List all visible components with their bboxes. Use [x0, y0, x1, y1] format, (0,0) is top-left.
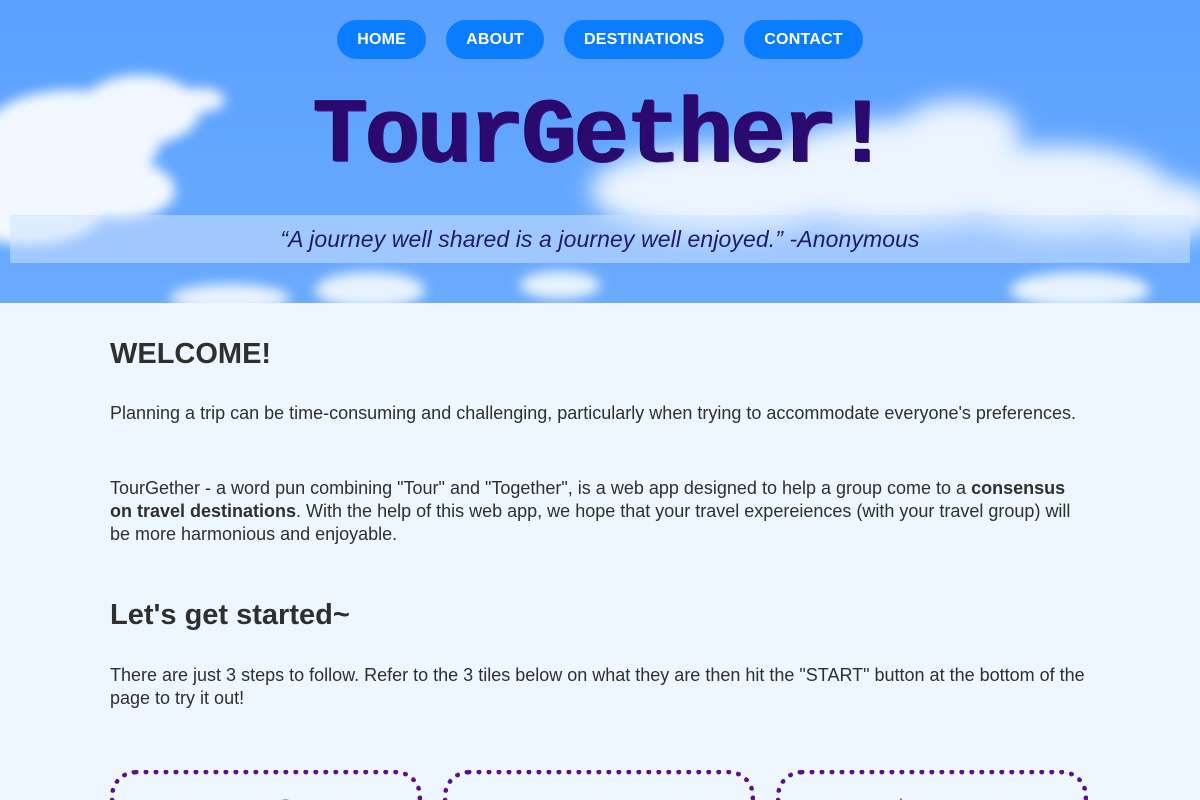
about-paragraph-text-1: TourGether - a word pun combining "Tour"…	[110, 478, 972, 498]
hero-quote: “A journey well shared is a journey well…	[280, 225, 920, 252]
about-paragraph: TourGether - a word pun combining "Tour"…	[110, 477, 1085, 546]
nav-about-button[interactable]: ABOUT	[446, 20, 544, 59]
step-tile-3	[776, 770, 1088, 800]
step-1-illustration-icon	[282, 799, 290, 800]
nav-home-button[interactable]: HOME	[337, 20, 427, 59]
steps-paragraph: There are just 3 steps to follow. Refer …	[110, 665, 1085, 708]
main-nav: HOME ABOUT DESTINATIONS CONTACT	[0, 20, 1200, 59]
step-tile-1	[110, 770, 422, 800]
quote-banner: “A journey well shared is a journey well…	[10, 215, 1190, 263]
welcome-heading: WELCOME!	[110, 338, 272, 370]
step-tile-2	[443, 770, 755, 800]
nav-destinations-button[interactable]: DESTINATIONS	[563, 20, 725, 59]
intro-paragraph: Planning a trip can be time-consuming an…	[110, 403, 1076, 423]
get-started-heading: Let's get started~	[110, 599, 350, 631]
step-3-illustration-icon	[899, 797, 948, 800]
brand-title: TourGether!	[312, 84, 890, 189]
hero-banner: HOME ABOUT DESTINATIONS CONTACT TourGeth…	[0, 0, 1200, 303]
nav-contact-button[interactable]: CONTACT	[744, 20, 863, 59]
